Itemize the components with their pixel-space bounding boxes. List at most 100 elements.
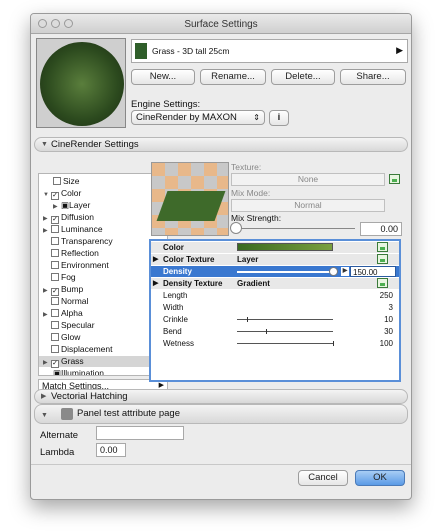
param-row-density-texture[interactable]: ▶ Density Texture Gradient — [151, 278, 399, 289]
param-length-value[interactable]: 250 — [380, 290, 393, 301]
crinkle-slider[interactable] — [237, 317, 333, 322]
param-row-bend[interactable]: Bend 30 — [151, 326, 399, 337]
checkbox-fog[interactable] — [51, 273, 59, 281]
ok-button[interactable]: OK — [355, 470, 405, 486]
checkbox-normal[interactable] — [51, 297, 59, 305]
lambda-field[interactable]: 0.00 — [96, 443, 126, 457]
disclosure-closed-icon[interactable]: ▶ — [153, 254, 158, 265]
panel-test-header[interactable]: ▼ Panel test attribute page — [34, 404, 408, 424]
tree-item-layer[interactable]: ▶ ▣Layer — [53, 200, 90, 211]
surface-settings-window: Surface Settings Grass - 3D tall 25cm ▶ … — [30, 13, 412, 500]
param-crinkle-label: Crinkle — [163, 315, 188, 324]
param-row-width[interactable]: Width 3 — [151, 302, 399, 313]
texture-label: Texture: — [231, 162, 262, 172]
lambda-label: Lambda — [40, 447, 75, 458]
density-slider-knob[interactable] — [329, 267, 338, 276]
param-width-value[interactable]: 3 — [389, 302, 393, 313]
tree-item-transparency[interactable]: Transparency — [51, 236, 113, 247]
param-density-label: Density — [163, 267, 192, 276]
param-density-texture-value: Gradient — [237, 279, 270, 288]
texture-field[interactable]: None — [231, 173, 385, 186]
texture-value: None — [297, 174, 319, 184]
checkbox-grass[interactable]: ✓ — [51, 360, 59, 368]
cancel-button[interactable]: Cancel — [298, 470, 348, 486]
tree-item-displacement[interactable]: Displacement — [51, 344, 113, 355]
tree-item-alpha[interactable]: ▶ Alpha — [43, 308, 83, 319]
tree-item-glow[interactable]: Glow — [51, 332, 80, 343]
tree-item-fog[interactable]: Fog — [51, 272, 76, 283]
color-swatch[interactable] — [237, 243, 333, 251]
checkbox-transparency[interactable] — [51, 237, 59, 245]
density-step-icon[interactable]: ▶ — [341, 267, 349, 276]
vectorial-hatching-title: Vectorial Hatching — [51, 391, 128, 402]
checkbox-luminance[interactable] — [51, 225, 59, 233]
bend-slider-tick[interactable] — [265, 329, 267, 334]
param-row-color[interactable]: Color — [151, 242, 399, 253]
surface-name-field[interactable]: Grass - 3D tall 25cm ▶ — [131, 39, 408, 63]
param-row-density[interactable]: Density ▶ 150.00 — [151, 266, 399, 277]
tree-item-size[interactable]: Size — [53, 176, 80, 187]
tree-item-reflection[interactable]: Reflection — [51, 248, 99, 259]
mix-strength-label: Mix Strength: — [231, 213, 282, 223]
rename-button[interactable]: Rename... — [200, 69, 266, 85]
alternate-field[interactable] — [96, 426, 184, 440]
checkbox-reflection[interactable] — [51, 249, 59, 257]
checkbox-color[interactable]: ✓ — [51, 192, 59, 200]
param-bend-value[interactable]: 30 — [384, 326, 393, 337]
density-field[interactable]: 150.00 — [350, 266, 396, 277]
tree-item-color[interactable]: ▼ ✓ Color — [43, 188, 81, 201]
tree-item-illumination[interactable]: ▣Illumination — [53, 368, 104, 376]
expand-closed-icon[interactable]: ▶ — [43, 286, 51, 297]
disclosure-closed-icon[interactable]: ▶ — [153, 278, 158, 289]
tree-item-environment[interactable]: Environment — [51, 260, 109, 271]
checkbox-alpha[interactable] — [51, 309, 59, 317]
param-wetness-label: Wetness — [163, 339, 194, 348]
texture-browse-icon[interactable] — [389, 174, 400, 184]
tree-item-luminance[interactable]: ▶ Luminance — [43, 224, 103, 235]
share-menu-icon[interactable]: ▶ — [396, 45, 403, 56]
share-button[interactable]: Share... — [340, 69, 406, 85]
checkbox-bump[interactable]: ✓ — [51, 288, 59, 296]
expand-closed-icon[interactable]: ▶ — [43, 310, 51, 321]
checkbox-glow[interactable] — [51, 333, 59, 341]
wetness-slider[interactable] — [237, 341, 334, 346]
new-button[interactable]: New... — [131, 69, 195, 85]
param-row-crinkle[interactable]: Crinkle 10 — [151, 314, 399, 325]
color-texture-icon[interactable] — [377, 242, 388, 252]
tree-item-normal[interactable]: Normal — [51, 296, 88, 307]
engine-info-button[interactable]: i — [269, 110, 289, 126]
tree-item-grass[interactable]: ▶ ✓ Grass — [39, 356, 167, 369]
expand-closed-icon[interactable]: ▶ — [43, 358, 51, 369]
mix-strength-knob[interactable] — [230, 222, 242, 234]
param-row-color-texture[interactable]: ▶ Color Texture Layer — [151, 254, 399, 265]
bend-slider[interactable] — [237, 329, 333, 334]
param-row-length[interactable]: Length 250 — [151, 290, 399, 301]
checkbox-diffusion[interactable]: ✓ — [51, 216, 59, 224]
density-texture-browse-icon[interactable] — [377, 278, 388, 288]
mix-strength-field[interactable]: 0.00 — [360, 222, 402, 236]
checkbox-size[interactable] — [53, 177, 61, 185]
tree-item-bump[interactable]: ▶ ✓ Bump — [43, 284, 83, 297]
density-slider[interactable] — [237, 271, 333, 273]
checkbox-environment[interactable] — [51, 261, 59, 269]
checkbox-displacement[interactable] — [51, 345, 59, 353]
param-wetness-value[interactable]: 100 — [380, 338, 393, 349]
wetness-slider-tick[interactable] — [333, 341, 334, 346]
param-crinkle-value[interactable]: 10 — [384, 314, 393, 325]
mix-strength-slider[interactable] — [235, 228, 355, 229]
color-texture-browse-icon[interactable] — [377, 254, 388, 264]
cinerender-section-header[interactable]: ▼ CineRender Settings — [34, 137, 408, 152]
mix-mode-select[interactable]: Normal — [231, 199, 385, 212]
illumination-icon: ▣ — [53, 368, 62, 376]
param-row-wetness[interactable]: Wetness 100 — [151, 338, 399, 349]
expand-closed-icon[interactable]: ▶ — [43, 226, 51, 237]
tree-item-specular[interactable]: Specular — [51, 320, 95, 331]
vectorial-hatching-header[interactable]: ▶ Vectorial Hatching — [34, 389, 408, 404]
crinkle-slider-tick[interactable] — [246, 317, 248, 322]
tree-item-diffusion[interactable]: ▶ ✓ Diffusion — [43, 212, 94, 224]
delete-button[interactable]: Delete... — [271, 69, 335, 85]
checkbox-specular[interactable] — [51, 321, 59, 329]
expand-open-icon[interactable]: ▼ — [43, 190, 51, 201]
engine-select[interactable]: CineRender by MAXON ⇕ — [131, 110, 265, 125]
layer-icon: ▣ — [61, 200, 70, 210]
